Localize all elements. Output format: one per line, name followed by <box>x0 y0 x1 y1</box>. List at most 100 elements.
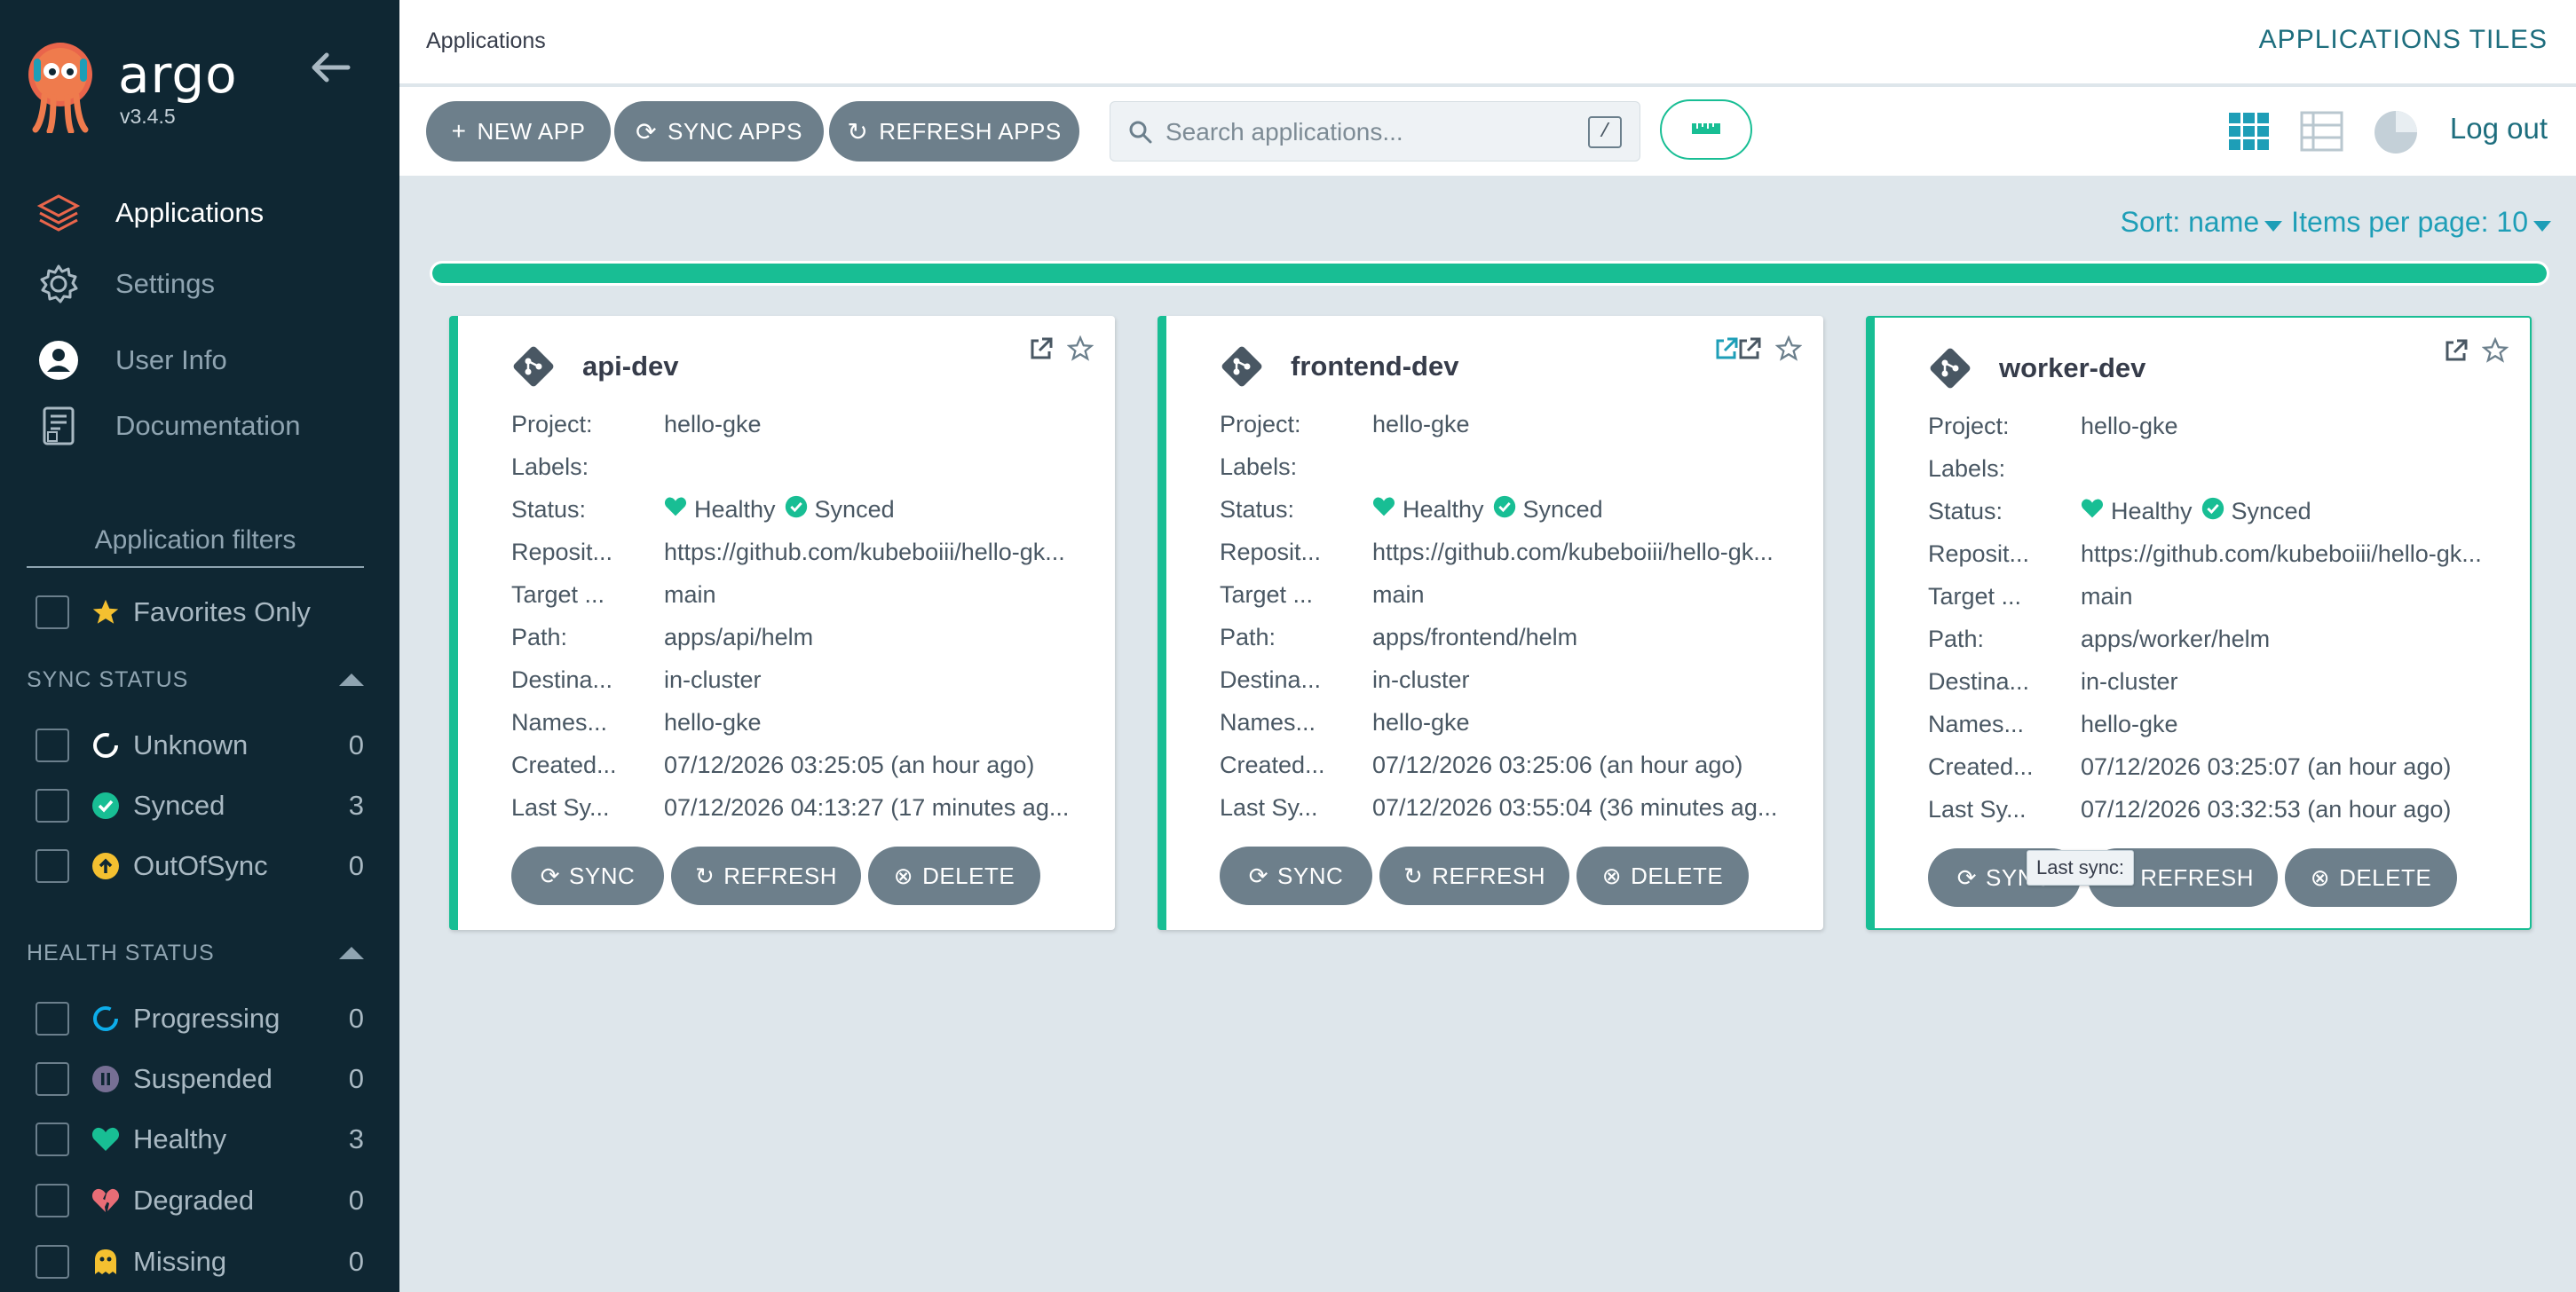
field-label-last_sync: Last Sy... <box>511 793 610 821</box>
ghost-icon <box>91 1247 121 1277</box>
sync-label: Synced <box>1522 495 1603 523</box>
field-value-target: main <box>2081 582 2133 610</box>
field-value-repository[interactable]: https://github.com/kubeboiii/hello-gk... <box>664 539 1065 566</box>
checkbox[interactable] <box>36 789 69 823</box>
nav-documentation-label: Documentation <box>115 410 301 441</box>
sync-status-header[interactable]: SYNC STATUS <box>27 662 364 697</box>
field-row-status: Status: Healthy Synced <box>511 488 1097 531</box>
app-card[interactable]: frontend-dev Project: hello-gke Labels: Sta… <box>1158 316 1823 930</box>
filter-health-healthy[interactable]: Healthy 3 <box>36 1120 364 1159</box>
external-link-icon[interactable] <box>1736 335 1763 366</box>
checkbox[interactable] <box>36 1184 69 1217</box>
field-row-destination: Destina... in-cluster <box>1220 658 1806 701</box>
checkbox[interactable] <box>36 729 69 762</box>
app-name[interactable]: api-dev <box>582 351 679 382</box>
nav-applications-label: Applications <box>115 197 265 228</box>
nav-settings[interactable]: Settings <box>36 257 391 311</box>
items-per-page-dropdown[interactable]: Items per page: 10 <box>2291 206 2551 239</box>
delete-button[interactable]: ⊗ DELETE <box>1576 847 1749 905</box>
nav-documentation[interactable]: Documentation <box>36 399 391 453</box>
card-buttons: ⟳SYNC ↻REFRESH ⊗DELETE <box>1928 848 2457 907</box>
field-value-repository[interactable]: https://github.com/kubeboiii/hello-gk... <box>2081 540 2482 568</box>
heart-icon <box>91 1124 121 1154</box>
favorite-star-icon[interactable] <box>1774 335 1803 366</box>
summary-chart-icon[interactable] <box>2372 108 2418 154</box>
filter-count: 0 <box>348 850 364 881</box>
collapse-sidebar-icon[interactable] <box>307 48 353 87</box>
collapse-caret-icon[interactable] <box>339 947 364 959</box>
collapse-caret-icon[interactable] <box>339 674 364 686</box>
top-bar: Applications APPLICATIONS TILES <box>399 0 2576 85</box>
sync-apps-button[interactable]: ⟳ SYNC APPS <box>614 101 824 162</box>
nav-applications[interactable]: Applications <box>36 186 391 240</box>
field-label-project: Project: <box>1928 412 2010 439</box>
filter-count: 0 <box>348 1003 364 1034</box>
favorites-checkbox[interactable] <box>36 595 69 629</box>
field-value-repository[interactable]: https://github.com/kubeboiii/hello-gk... <box>1372 539 1774 566</box>
ruler-toggle-button[interactable] <box>1660 99 1752 160</box>
field-value-destination: in-cluster <box>664 666 762 693</box>
sort-dropdown[interactable]: Sort: name <box>2121 206 2283 239</box>
app-name[interactable]: worker-dev <box>1999 352 2145 384</box>
sync-button[interactable]: ⟳ SYNC <box>1220 847 1372 905</box>
checkbox[interactable] <box>36 1123 69 1156</box>
checkbox[interactable] <box>36 1245 69 1279</box>
external-link-icon[interactable] <box>1028 335 1055 366</box>
checkbox[interactable] <box>36 849 69 883</box>
filter-health-degraded[interactable]: Degraded 0 <box>36 1181 364 1220</box>
app-card[interactable]: api-dev Project: hello-gke Labels: Status: H… <box>449 316 1115 930</box>
field-label-namespace: Names... <box>511 708 608 736</box>
filter-favorites-only[interactable]: Favorites Only <box>36 593 364 632</box>
filter-sync-unknown[interactable]: Unknown 0 <box>36 726 364 765</box>
sync-label: Synced <box>814 495 895 523</box>
docs-icon <box>36 403 82 449</box>
refresh-apps-button[interactable]: ↻ REFRESH APPS <box>829 101 1079 162</box>
breadcrumb[interactable]: Applications <box>426 28 546 54</box>
refresh-button[interactable]: ↻ REFRESH <box>671 847 861 905</box>
checkbox[interactable] <box>36 1002 69 1036</box>
search-box[interactable]: / <box>1110 101 1640 162</box>
new-app-button[interactable]: + NEW APP <box>426 101 611 162</box>
filter-sync-synced[interactable]: Synced 3 <box>36 786 364 825</box>
heart-broken-icon <box>91 1186 121 1216</box>
filter-health-missing[interactable]: Missing 0 <box>36 1242 364 1281</box>
checkbox[interactable] <box>36 1062 69 1096</box>
favorites-label: Favorites Only <box>133 596 311 627</box>
refresh-icon: ↻ <box>1403 862 1424 889</box>
filter-sync-outofsync[interactable]: OutOfSync 0 <box>36 847 364 886</box>
filter-health-suspended[interactable]: Suspended 0 <box>36 1060 364 1099</box>
field-row-last_sync: Last Sy... 07/12/2026 03:55:04 (36 minute… <box>1220 786 1806 829</box>
git-icon <box>1220 344 1264 389</box>
health-label: Healthy <box>694 495 776 523</box>
favorite-star-icon[interactable] <box>2481 336 2509 368</box>
delete-button[interactable]: ⊗ DELETE <box>2285 848 2457 907</box>
health-status: Healthy <box>664 496 776 524</box>
nav-user-info[interactable]: User Info <box>36 334 391 387</box>
app-card[interactable]: worker-dev Project: hello-gke Labels: Statu… <box>1866 316 2532 930</box>
field-value-path: apps/api/helm <box>664 623 814 650</box>
sync-status-title: SYNC STATUS <box>27 666 189 692</box>
refresh-button[interactable]: ↻ REFRESH <box>1379 847 1569 905</box>
sync-button[interactable]: ⟳ SYNC <box>511 847 664 905</box>
external-link-icon[interactable] <box>2443 337 2469 368</box>
filter-health-progressing[interactable]: Progressing 0 <box>36 999 364 1038</box>
field-label-path: Path: <box>511 623 568 650</box>
health-status-header[interactable]: HEALTH STATUS <box>27 935 364 971</box>
tiles-view-icon[interactable] <box>2226 108 2272 154</box>
card-actions <box>1713 335 1803 366</box>
logout-link[interactable]: Log out <box>2450 112 2548 146</box>
field-row-path: Path: apps/api/helm <box>511 616 1097 658</box>
field-value-path: apps/worker/helm <box>2081 625 2271 652</box>
field-row-namespace: Names... hello-gke <box>1220 701 1806 744</box>
list-view-icon[interactable] <box>2299 108 2345 154</box>
git-icon <box>511 344 556 389</box>
argo-logo[interactable] <box>25 41 96 135</box>
refresh-icon: ↻ <box>694 862 715 889</box>
user-icon <box>36 337 82 383</box>
search-input[interactable] <box>1166 111 1574 154</box>
field-row-status: Status: Healthy Synced <box>1928 490 2514 532</box>
app-name[interactable]: frontend-dev <box>1291 351 1458 382</box>
check-circle-icon <box>785 495 815 524</box>
favorite-star-icon[interactable] <box>1066 335 1094 366</box>
delete-button[interactable]: ⊗ DELETE <box>868 847 1040 905</box>
